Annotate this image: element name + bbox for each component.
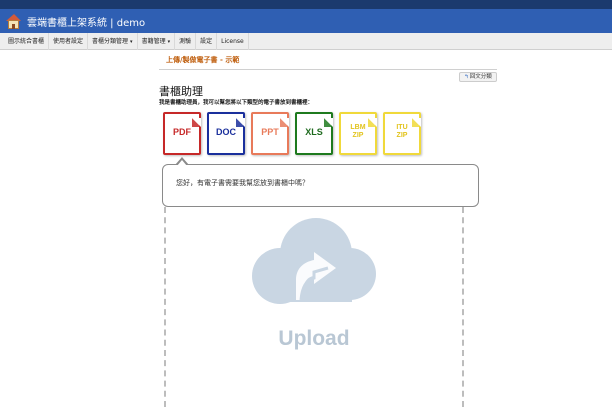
upload-cloud-icon[interactable] — [250, 214, 378, 314]
app-header: 雲端書櫃上架系統 | demo — [0, 9, 612, 33]
site-title[interactable]: 雲端書櫃上架系統 | demo — [27, 14, 145, 29]
file-type-xls-icon: XLS — [295, 112, 333, 155]
divider — [159, 69, 497, 70]
nav-item-settings[interactable]: 設定 — [196, 32, 218, 50]
top-strip — [0, 0, 612, 9]
file-type-label: PDF — [173, 127, 191, 137]
page-subtitle: 我是書櫃助理員，我可以幫您將以下類型的電子書放到書櫃裡： — [159, 100, 314, 106]
file-type-label: PPT — [261, 127, 279, 137]
back-arrow-icon: ↰ — [464, 74, 469, 80]
file-type-label: DOC — [216, 127, 236, 137]
home-logo-icon[interactable] — [6, 13, 21, 29]
nav-item-user-settings[interactable]: 使用者設定 — [49, 32, 89, 50]
nav-item-book-management[interactable]: 書籍管理 ▾ — [138, 32, 176, 50]
breadcrumb: 上傳/製做電子書 - 示範 — [166, 56, 240, 64]
main-nav: 圖示統合書櫃 使用者設定 書櫃分類管理 ▾ 書籍管理 ▾ 測驗 設定 License — [0, 32, 612, 50]
upload-label[interactable]: Upload — [232, 327, 396, 351]
file-type-lbm-zip-icon: LBM ZIP — [339, 112, 377, 155]
speech-bubble-tail-inner — [177, 160, 187, 166]
back-to-category-button[interactable]: ↰回文分類 — [459, 72, 497, 82]
file-type-label: LBM ZIP — [350, 124, 366, 139]
file-type-pdf-icon: PDF — [163, 112, 201, 155]
file-type-doc-icon: DOC — [207, 112, 245, 155]
chevron-down-icon: ▾ — [130, 38, 133, 45]
file-type-label: ITU ZIP — [396, 124, 408, 139]
chevron-down-icon: ▾ — [167, 38, 171, 45]
nav-item-category-management[interactable]: 書櫃分類管理 ▾ — [88, 32, 138, 50]
nav-item-quiz[interactable]: 測驗 — [175, 32, 197, 50]
nav-item-bookshelf[interactable]: 圖示統合書櫃 — [4, 32, 50, 50]
file-type-label: XLS — [305, 127, 323, 137]
assistant-message: 您好，有電子書需要我幫您放到書櫃中嗎？ — [176, 179, 309, 187]
page-title: 書櫃助理 — [159, 85, 203, 98]
file-type-ppt-icon: PPT — [251, 112, 289, 155]
nav-item-license[interactable]: License — [217, 32, 249, 50]
file-type-itu-zip-icon: ITU ZIP — [383, 112, 421, 155]
